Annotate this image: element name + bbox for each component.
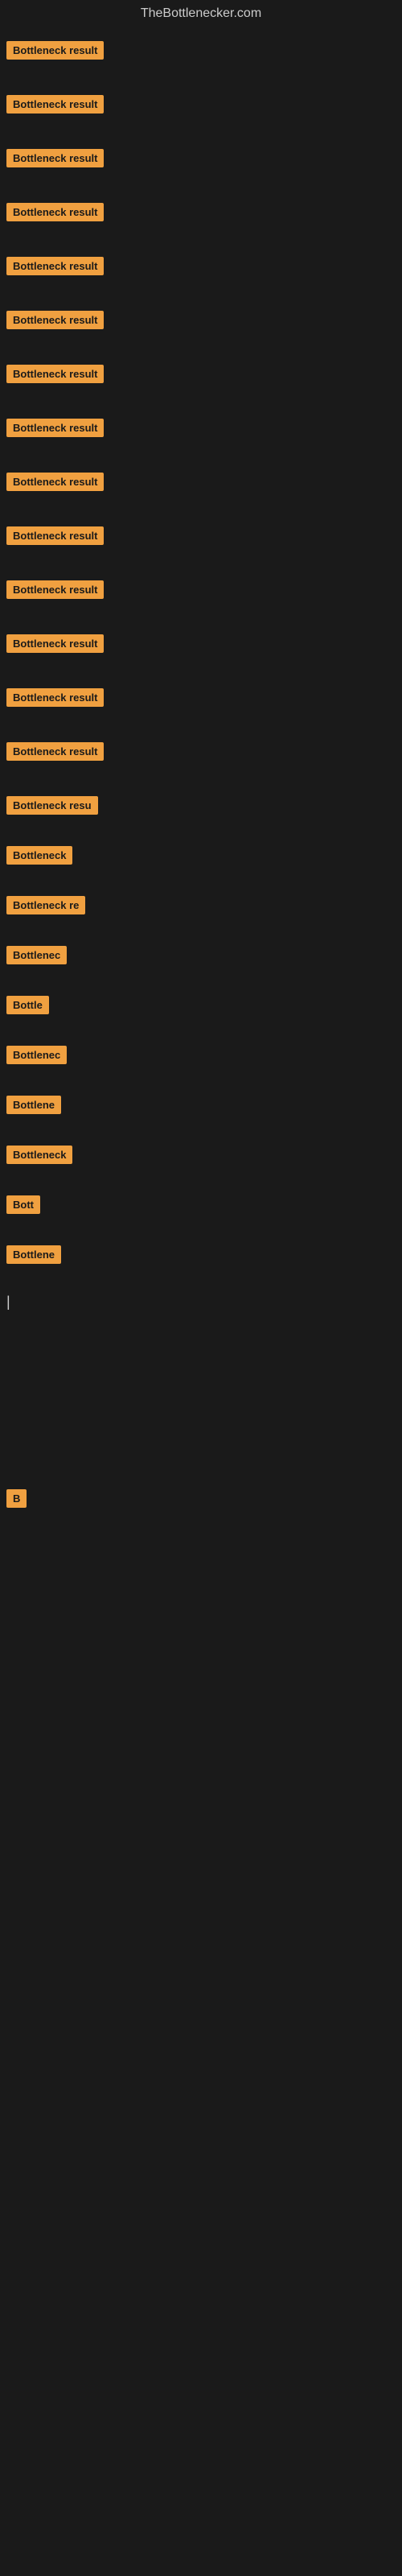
bottleneck-badge[interactable]: Bottlenec (6, 946, 67, 964)
list-item: Bottleneck result (3, 525, 399, 551)
bottleneck-badge[interactable]: Bottleneck (6, 846, 72, 865)
list-item: Bottle (3, 994, 399, 1020)
bottleneck-badge[interactable]: Bottleneck result (6, 257, 104, 275)
list-item: Bottleneck result (3, 417, 399, 443)
list-item: Bottlenec (3, 944, 399, 970)
list-item: Bottleneck re (3, 894, 399, 920)
site-title: TheBottlenecker.com (0, 0, 402, 27)
list-item: Bottleneck result (3, 741, 399, 766)
bottleneck-badge[interactable]: Bottleneck result (6, 95, 104, 114)
bottleneck-badge[interactable]: Bottleneck result (6, 688, 104, 707)
bottleneck-badge[interactable]: Bottleneck result (6, 634, 104, 653)
cursor-area: | (6, 1294, 399, 1311)
list-item: Bottleneck result (3, 255, 399, 281)
list-item: Bottleneck result (3, 309, 399, 335)
list-item: Bottleneck result (3, 39, 399, 65)
bottleneck-badge[interactable]: Bottleneck re (6, 896, 85, 914)
bottleneck-badge[interactable]: Bottlene (6, 1096, 61, 1114)
bottleneck-badge[interactable]: Bottleneck (6, 1146, 72, 1164)
bottleneck-badge-single[interactable]: B (6, 1489, 27, 1508)
list-item: Bottleneck result (3, 471, 399, 497)
bottleneck-badge[interactable]: Bottleneck resu (6, 796, 98, 815)
list-item: Bottleneck result (3, 147, 399, 173)
bottleneck-badge[interactable]: Bottleneck result (6, 203, 104, 221)
text-cursor: | (6, 1294, 10, 1310)
list-item: Bottleneck result (3, 201, 399, 227)
list-item: Bottleneck result (3, 363, 399, 389)
list-item: Bottleneck resu (3, 795, 399, 820)
bottleneck-badge[interactable]: Bottleneck result (6, 365, 104, 383)
bottleneck-badge[interactable]: Bottlenec (6, 1046, 67, 1064)
list-item: B (3, 1488, 399, 1513)
list-item: Bottleneck result (3, 633, 399, 658)
bottleneck-badge[interactable]: Bottleneck result (6, 473, 104, 491)
items-container: Bottleneck result Bottleneck result Bott… (0, 27, 402, 1850)
bottleneck-badge[interactable]: Bottleneck result (6, 742, 104, 761)
bottleneck-badge[interactable]: Bott (6, 1195, 40, 1214)
list-item: Bottleneck result (3, 579, 399, 605)
bottleneck-badge[interactable]: Bottleneck result (6, 526, 104, 545)
bottleneck-badge[interactable]: Bottleneck result (6, 41, 104, 60)
list-item: Bottleneck result (3, 93, 399, 119)
list-item: Bott (3, 1194, 399, 1220)
list-item: Bottleneck (3, 1144, 399, 1170)
bottleneck-badge[interactable]: Bottle (6, 996, 49, 1014)
bottleneck-badge[interactable]: Bottleneck result (6, 149, 104, 167)
bottleneck-badge[interactable]: Bottleneck result (6, 311, 104, 329)
list-item: Bottlene (3, 1244, 399, 1269)
empty-space-1 (3, 1311, 399, 1472)
list-item: Bottleneck (3, 844, 399, 870)
bottleneck-badge[interactable]: Bottlene (6, 1245, 61, 1264)
empty-space-2 (3, 1520, 399, 1842)
bottleneck-badge[interactable]: Bottleneck result (6, 580, 104, 599)
list-item: Bottlene (3, 1094, 399, 1120)
bottleneck-badge[interactable]: Bottleneck result (6, 419, 104, 437)
list-item: Bottlenec (3, 1044, 399, 1070)
list-item: Bottleneck result (3, 687, 399, 712)
